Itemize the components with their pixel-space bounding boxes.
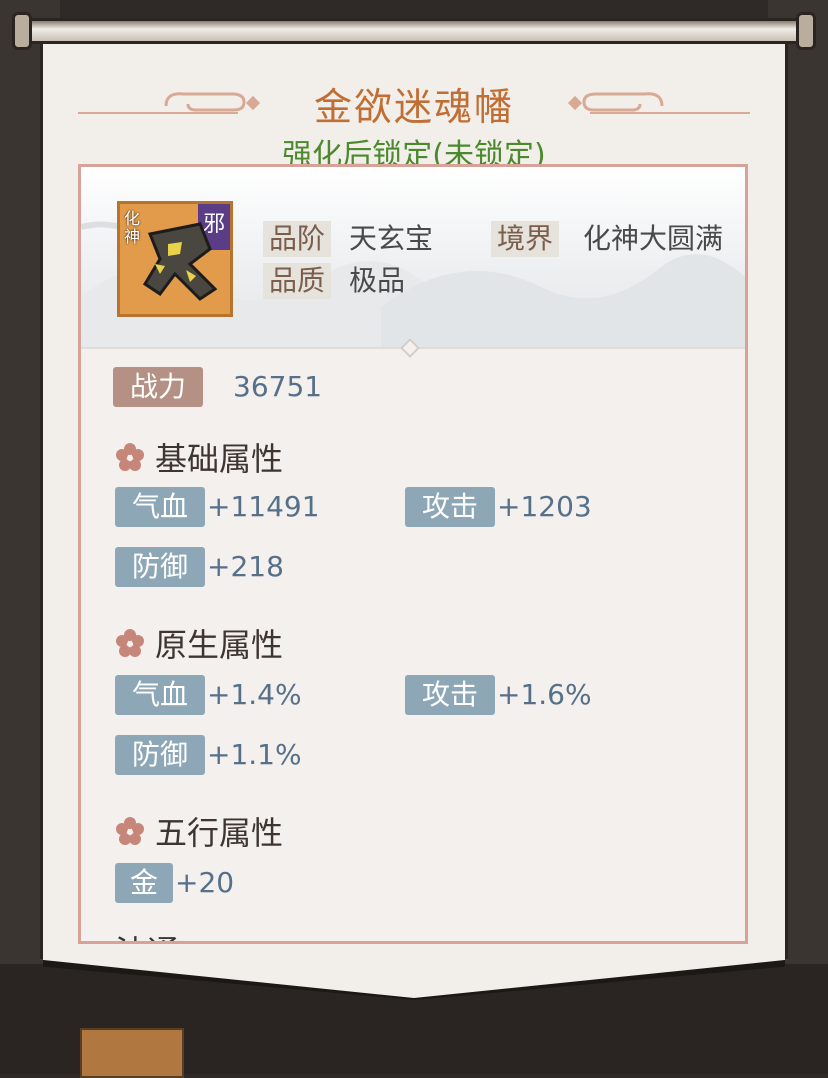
innate-hp-value: +1.4% [207,678,302,711]
basic-atk-label: 攻击 [405,487,495,527]
background-item-icon [80,1028,184,1078]
power-label: 战力 [113,367,203,407]
flower-icon [116,817,144,845]
grade-value: 天玄宝 [349,222,434,255]
flower-icon [116,629,144,657]
item-info-panel: 化神 邪 品阶 天玄宝 境界 化神大圆满 品质 极品 战力 36751 基础属性… [78,164,748,944]
item-title: 金欲迷魂幡 [313,84,514,129]
section-elements: 五行属性 [115,811,284,852]
realm-value: 化神大圆满 [583,222,724,255]
basic-atk-value: +1203 [497,490,592,523]
title-row: 金欲迷魂幡 [40,78,788,129]
realm-label: 境界 [491,221,560,257]
section-innate: 原生属性 [115,623,284,664]
innate-atk-value: +1.6% [497,678,592,711]
section-basic: 基础属性 [115,437,284,478]
item-header: 化神 邪 品阶 天玄宝 境界 化神大圆满 品质 极品 [81,167,745,347]
section-elements-title: 五行属性 [155,814,284,852]
section-innate-title: 原生属性 [155,626,284,664]
item-icon[interactable]: 化神 邪 [117,201,233,317]
element-metal-value: +20 [175,866,235,899]
basic-def-value: +218 [207,550,284,583]
section-next-partial: 法通 [115,927,179,941]
innate-hp-label: 气血 [115,675,205,715]
innate-atk-label: 攻击 [405,675,495,715]
flower-icon [116,443,144,471]
scroll-rod-cap-right [796,12,816,50]
quality-label: 品质 [263,263,332,299]
basic-hp-label: 气血 [115,487,205,527]
quality-value: 极品 [349,264,406,297]
section-basic-title: 基础属性 [155,440,284,478]
innate-def-label: 防御 [115,735,205,775]
innate-def-value: +1.1% [207,738,302,771]
element-metal-label: 金 [115,863,173,903]
banner-weapon-icon [142,222,218,301]
power-value: 36751 [233,370,323,403]
basic-hp-value: +11491 [207,490,320,523]
grade-label: 品阶 [263,221,332,257]
scroll-rod [14,18,814,44]
basic-def-label: 防御 [115,547,205,587]
scroll-rod-cap-left [12,12,32,50]
